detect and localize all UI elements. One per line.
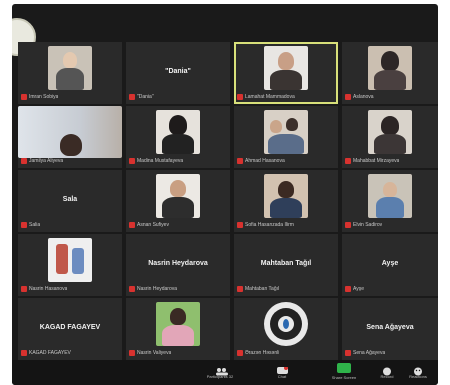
video-grid: Imran Sobiya "Dania" "Dania" Lamahat Mam… xyxy=(18,42,438,360)
participant-label: Mahabbat Mirzayeva xyxy=(345,156,435,165)
participant-video xyxy=(18,106,122,158)
share-screen-icon xyxy=(337,363,351,373)
participant-video xyxy=(264,46,308,90)
participant-tile[interactable]: Elvin Sadirov xyxy=(342,170,438,232)
meeting-toolbar: Participants 32 Chat Share Screen Record… xyxy=(12,360,438,385)
mic-muted-icon xyxy=(129,285,135,292)
mic-muted-icon xyxy=(129,349,135,356)
participant-name-placeholder: Sala xyxy=(62,196,78,204)
participant-tile[interactable]: Mahtaban Tağıl Mahtaban Tağıl xyxy=(234,234,338,296)
participant-label: Mahtaban Tağıl xyxy=(237,284,335,293)
participant-video xyxy=(264,110,308,154)
record-icon xyxy=(382,363,393,376)
participant-label: Sena Ağayeva xyxy=(345,348,435,357)
record-label: Record xyxy=(380,374,394,379)
participant-video xyxy=(156,110,200,154)
participant-label: KAGAD FAGAYEV xyxy=(21,348,119,357)
participant-label: Nasrin Heydarova xyxy=(129,284,227,293)
participant-video xyxy=(48,238,92,282)
participants-icon xyxy=(215,363,228,376)
mic-muted-icon xyxy=(21,93,27,100)
mic-muted-icon xyxy=(129,93,135,100)
mic-muted-icon xyxy=(345,285,351,292)
reactions-label: Reactions xyxy=(409,374,427,379)
participant-label: "Dania" xyxy=(129,92,227,101)
mic-muted-icon xyxy=(21,285,27,292)
mic-muted-icon xyxy=(237,221,243,228)
chat-button[interactable]: Chat xyxy=(262,362,302,383)
participant-label: Nasrin Hasanova xyxy=(21,284,119,293)
participant-label: Ayşe xyxy=(345,284,435,293)
chat-icon xyxy=(276,363,288,374)
participant-tile[interactable]: "Dania" "Dania" xyxy=(126,42,230,104)
mic-muted-icon xyxy=(237,93,243,100)
participant-tile[interactable]: Nasrin Heydarova Nasrin Heydarova xyxy=(126,234,230,296)
mic-muted-icon xyxy=(237,349,243,356)
participant-label: Aslanova xyxy=(345,92,435,101)
participant-tile[interactable]: Sena Ağayeva Sena Ağayeva xyxy=(342,298,438,360)
participant-video xyxy=(156,302,200,346)
participant-label: Jamilya Aliyeva xyxy=(21,156,119,165)
participant-name-placeholder: Mahtaban Tağıl xyxy=(260,260,312,268)
participant-label: Madina Mustafayeva xyxy=(129,156,227,165)
participant-label: Sofia Hasanzada Ilirm xyxy=(237,220,335,229)
mic-muted-icon xyxy=(129,157,135,164)
reactions-icon xyxy=(413,363,424,376)
mic-muted-icon xyxy=(345,221,351,228)
participant-label: Ahmad Hasanova xyxy=(237,156,335,165)
participant-tile[interactable]: Ayşe Ayşe xyxy=(342,234,438,296)
participant-label: Asnan Sufiyev xyxy=(129,220,227,229)
participant-tile[interactable]: Aslanova xyxy=(342,42,438,104)
active-speaker-tile[interactable]: Lamahat Mammadova xyxy=(234,42,338,104)
participant-tile[interactable]: Ərazən Həsənli xyxy=(234,298,338,360)
mic-muted-icon xyxy=(345,349,351,356)
participant-name-placeholder: Ayşe xyxy=(381,260,399,268)
participant-video xyxy=(264,174,308,218)
participant-tile[interactable]: Asnan Sufiyev xyxy=(126,170,230,232)
participant-tile[interactable]: Madina Mustafayeva xyxy=(126,106,230,168)
participant-video xyxy=(48,46,92,90)
chat-label: Chat xyxy=(277,374,287,379)
participant-name-placeholder: Nasrin Heydarova xyxy=(148,260,208,268)
participant-tile[interactable]: Jamilya Aliyeva xyxy=(18,106,122,168)
emblem-icon xyxy=(264,302,308,346)
share-screen-label: Share Screen xyxy=(331,375,357,380)
record-button[interactable]: Record xyxy=(372,362,402,383)
participant-tile[interactable]: Imran Sobiya xyxy=(18,42,122,104)
mic-muted-icon xyxy=(237,157,243,164)
meeting-window: Imran Sobiya "Dania" "Dania" Lamahat Mam… xyxy=(12,4,438,385)
participant-video xyxy=(368,46,412,90)
participant-label: Nasrin Valiyeva xyxy=(129,348,227,357)
participant-label: Ərazən Həsənli xyxy=(237,348,335,357)
participant-tile[interactable]: Ahmad Hasanova xyxy=(234,106,338,168)
mic-muted-icon xyxy=(237,285,243,292)
participant-label: Imran Sobiya xyxy=(21,92,119,101)
participant-video xyxy=(368,110,412,154)
participants-label: Participants 32 xyxy=(206,374,234,379)
participant-video xyxy=(368,174,412,218)
participants-button[interactable]: Participants 32 xyxy=(200,362,240,383)
participant-name-placeholder: "Dania" xyxy=(165,68,191,76)
participant-tile[interactable]: Sala Salia xyxy=(18,170,122,232)
participant-label: Lamahat Mammadova xyxy=(237,92,335,101)
mic-muted-icon xyxy=(21,349,27,356)
mic-muted-icon xyxy=(129,221,135,228)
share-screen-button[interactable]: Share Screen xyxy=(322,362,366,383)
participant-tile[interactable]: Mahabbat Mirzayeva xyxy=(342,106,438,168)
participant-tile[interactable]: Sofia Hasanzada Ilirm xyxy=(234,170,338,232)
mic-muted-icon xyxy=(345,93,351,100)
mic-muted-icon xyxy=(21,157,27,164)
participant-label: Salia xyxy=(21,220,119,229)
participant-tile[interactable]: Nasrin Valiyeva xyxy=(126,298,230,360)
participant-name-placeholder: Sena Ağayeva xyxy=(366,324,414,332)
mic-muted-icon xyxy=(345,157,351,164)
participant-tile[interactable]: KAGAD FAGAYEV KAGAD FAGAYEV xyxy=(18,298,122,360)
participant-tile[interactable]: Nasrin Hasanova xyxy=(18,234,122,296)
participant-video xyxy=(156,174,200,218)
participant-name-placeholder: KAGAD FAGAYEV xyxy=(39,324,101,332)
reactions-button[interactable]: Reactions xyxy=(402,362,434,383)
mic-muted-icon xyxy=(21,221,27,228)
participant-label: Elvin Sadirov xyxy=(345,220,435,229)
